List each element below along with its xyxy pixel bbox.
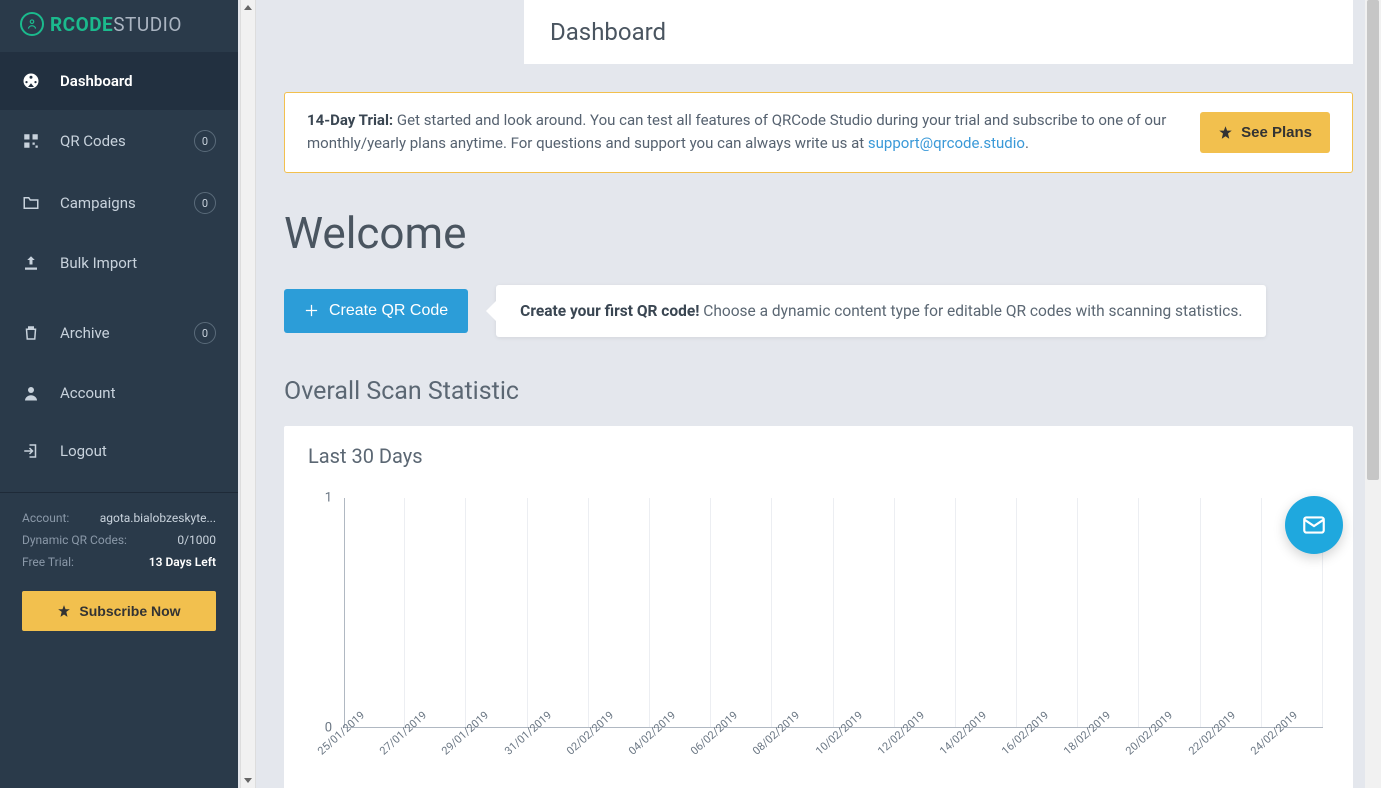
trash-icon <box>22 324 40 342</box>
sidebar-item-label: Bulk Import <box>60 254 137 272</box>
sidebar-item-qrcodes[interactable]: QR Codes 0 <box>0 110 238 172</box>
folder-icon <box>22 194 40 212</box>
content-scrollbar[interactable] <box>240 0 256 788</box>
account-label: Account: <box>22 511 69 525</box>
sidebar-item-label: Account <box>60 384 116 402</box>
logout-icon <box>22 442 40 460</box>
sidebar-item-label: Archive <box>60 324 110 342</box>
sidebar-item-label: QR Codes <box>60 132 126 150</box>
trial-banner-body: Get started and look around. You can tes… <box>307 111 1166 152</box>
trial-banner-text: 14-Day Trial: Get started and look aroun… <box>307 109 1180 156</box>
sidebar-item-archive[interactable]: Archive 0 <box>0 302 238 364</box>
account-value: agota.bialobzeskyte... <box>100 511 216 525</box>
see-plans-label: See Plans <box>1241 124 1312 141</box>
window-scrollbar[interactable] <box>1365 0 1381 788</box>
sidebar: RCODESTUDIO Dashboard QR Codes 0 Campaig… <box>0 0 238 788</box>
support-fab[interactable] <box>1285 496 1343 554</box>
chart-x-axis: 25/01/201927/01/201929/01/201931/01/2019… <box>334 726 1329 776</box>
sidebar-item-label: Dashboard <box>60 72 133 90</box>
sidebar-item-label: Campaigns <box>60 194 136 212</box>
dynqr-label: Dynamic QR Codes: <box>22 533 127 547</box>
chart-title: Last 30 Days <box>308 444 1329 468</box>
sidebar-nav: Dashboard QR Codes 0 Campaigns 0 Bulk Im… <box>0 52 238 480</box>
star-icon <box>57 604 71 618</box>
create-tip-callout: Create your first QR code! Choose a dyna… <box>496 285 1266 337</box>
mail-icon <box>1301 512 1327 538</box>
dashboard-icon <box>22 72 40 90</box>
chart-card: Last 30 Days 1 0 25/01/201927/01/201929/… <box>284 426 1353 788</box>
trial-value: 13 Days Left <box>149 555 216 569</box>
main-content: Dashboard 14-Day Trial: Get started and … <box>256 0 1381 788</box>
welcome-heading: Welcome <box>284 207 1353 259</box>
sidebar-item-account[interactable]: Account <box>0 364 238 422</box>
chart-y-axis: 1 0 <box>308 498 336 728</box>
upload-icon <box>22 254 40 272</box>
count-badge: 0 <box>194 130 216 152</box>
scroll-down-icon[interactable] <box>241 772 255 788</box>
sidebar-footer: Account: agota.bialobzeskyte... Dynamic Q… <box>0 492 238 573</box>
create-qr-button[interactable]: Create QR Code <box>284 289 468 333</box>
logo[interactable]: RCODESTUDIO <box>0 0 238 52</box>
create-qr-label: Create QR Code <box>329 302 448 320</box>
scroll-up-icon[interactable] <box>241 0 255 16</box>
ytick: 1 <box>325 490 332 505</box>
logo-text: RCODESTUDIO <box>50 13 182 36</box>
trial-banner: 14-Day Trial: Get started and look aroun… <box>284 92 1353 173</box>
user-icon <box>22 384 40 402</box>
tip-text: Choose a dynamic content type for editab… <box>699 302 1242 320</box>
sidebar-item-label: Logout <box>60 442 107 460</box>
sidebar-item-bulkimport[interactable]: Bulk Import <box>0 234 238 292</box>
chart-body: 1 0 25/01/201927/01/201929/01/201931/01/… <box>308 498 1329 758</box>
support-email-link[interactable]: support@qrcode.studio <box>868 134 1025 152</box>
sidebar-item-campaigns[interactable]: Campaigns 0 <box>0 172 238 234</box>
scrollbar-thumb[interactable] <box>1367 0 1379 480</box>
dynqr-value: 0/1000 <box>177 533 216 547</box>
star-icon <box>1218 125 1233 140</box>
sidebar-item-dashboard[interactable]: Dashboard <box>0 52 238 110</box>
subscribe-button[interactable]: Subscribe Now <box>22 591 216 631</box>
count-badge: 0 <box>194 192 216 214</box>
sidebar-item-logout[interactable]: Logout <box>0 422 238 480</box>
chart-plot-area <box>344 498 1323 728</box>
stats-heading: Overall Scan Statistic <box>284 377 1353 406</box>
plus-icon <box>304 303 319 318</box>
create-row: Create QR Code Create your first QR code… <box>284 285 1353 337</box>
trial-banner-bold: 14-Day Trial: <box>307 111 393 129</box>
logo-icon <box>20 12 44 36</box>
subscribe-label: Subscribe Now <box>79 603 180 619</box>
tip-bold: Create your first QR code! <box>520 302 699 320</box>
trial-label: Free Trial: <box>22 555 74 569</box>
count-badge: 0 <box>194 322 216 344</box>
see-plans-button[interactable]: See Plans <box>1200 112 1330 153</box>
qr-icon <box>22 132 40 150</box>
